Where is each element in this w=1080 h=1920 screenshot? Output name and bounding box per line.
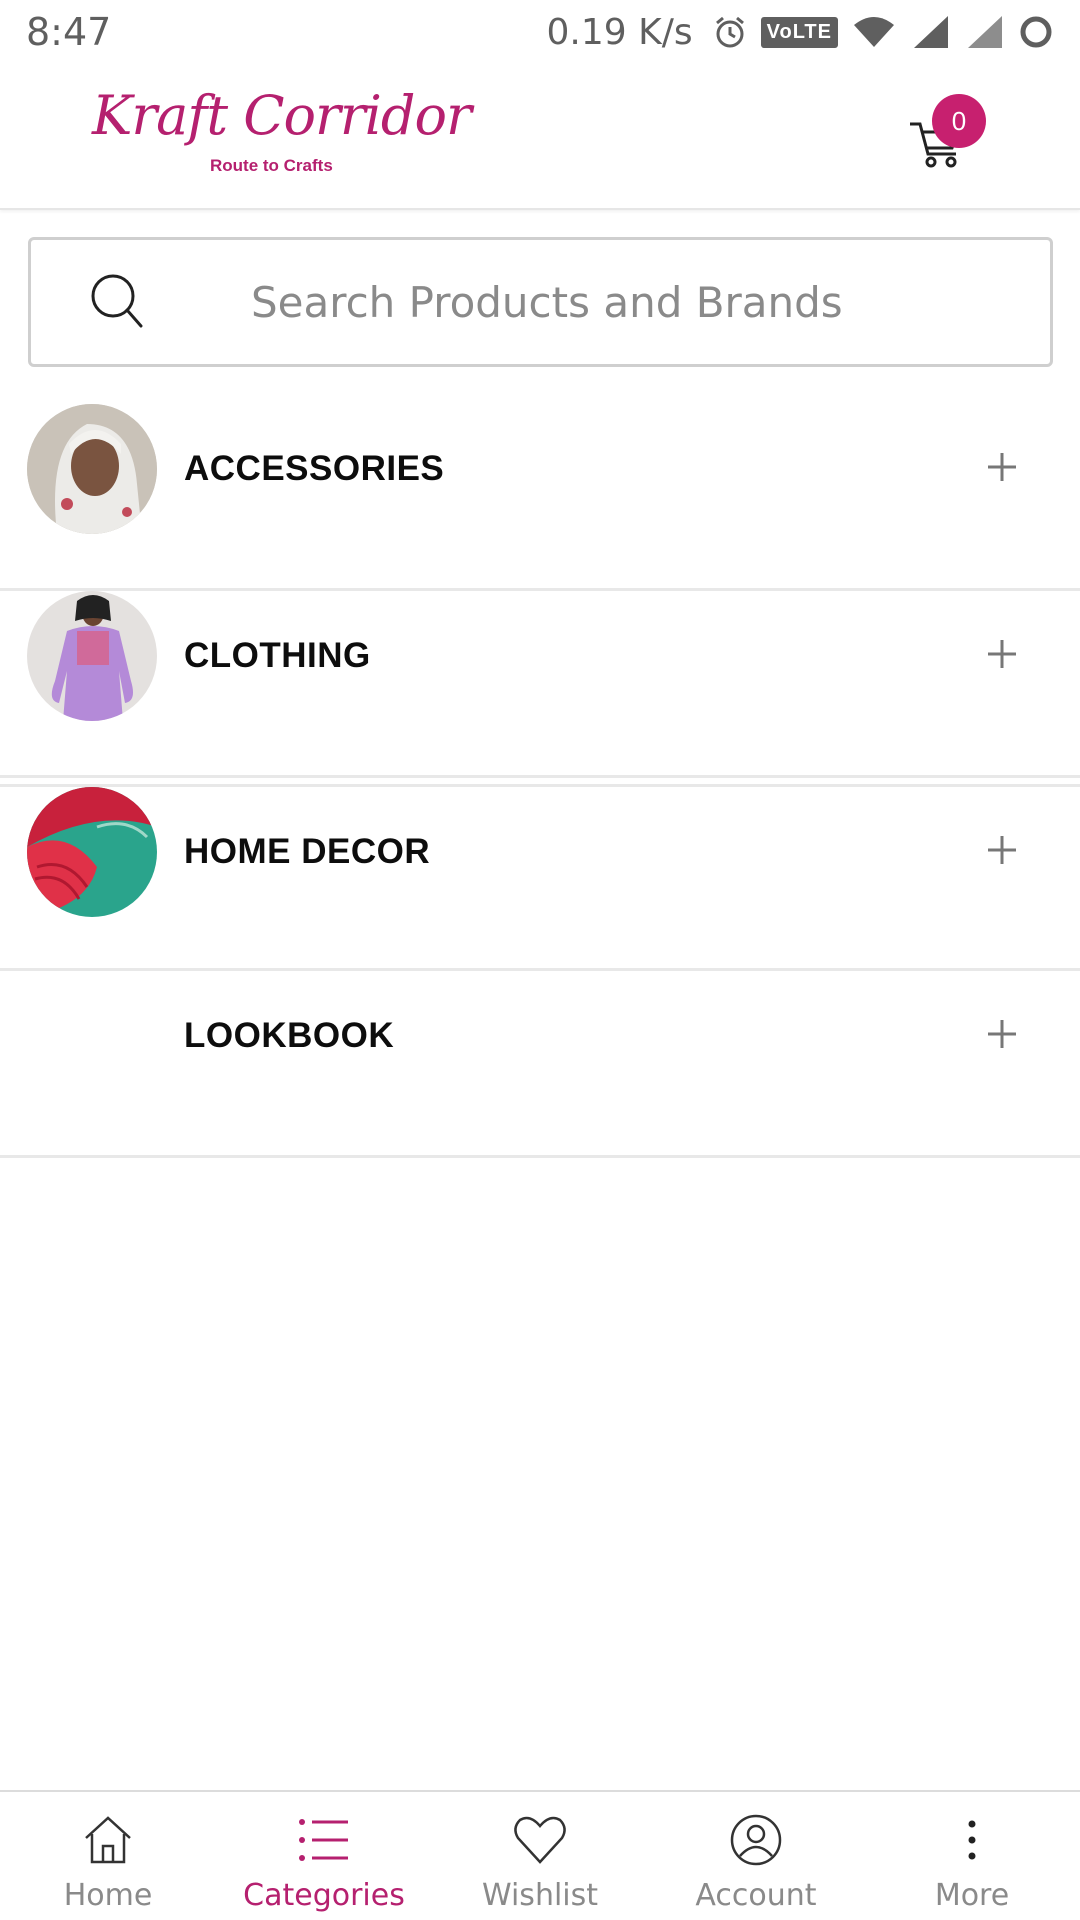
- plus-icon[interactable]: [982, 1014, 1022, 1054]
- category-label: HOME DECOR: [184, 832, 431, 871]
- status-bar: 8:47 0.19 K/s VoLTE: [0, 0, 1080, 64]
- logo-tagline: Route to Crafts: [210, 156, 333, 175]
- home-icon: [85, 1816, 131, 1864]
- category-thumbnail: [27, 591, 157, 721]
- nav-label: Account: [695, 1878, 817, 1913]
- plus-icon[interactable]: [982, 830, 1022, 870]
- category-label: ACCESSORIES: [184, 449, 445, 488]
- search-input[interactable]: [251, 240, 1011, 364]
- nav-label: More: [934, 1878, 1010, 1913]
- status-time: 8:47: [26, 10, 112, 54]
- heart-icon: [514, 1816, 566, 1864]
- network-speed: 0.19 K/s: [546, 11, 693, 53]
- category-label: CLOTHING: [184, 636, 371, 675]
- nav-label: Categories: [243, 1878, 405, 1913]
- plus-icon[interactable]: [982, 447, 1022, 487]
- signal-icon: [968, 16, 1002, 48]
- logo-text: Kraft Corridor: [92, 84, 472, 147]
- nav-item-account[interactable]: Account: [648, 1792, 864, 1920]
- alarm-icon: [715, 16, 744, 48]
- status-icons: 0.19 K/s VoLTE: [547, 12, 1054, 53]
- category-item-clothing[interactable]: CLOTHING: [0, 591, 1080, 778]
- volte-icon: VoLTE: [760, 16, 838, 48]
- wifi-icon: [854, 17, 894, 47]
- bottom-nav: Home Categories Wishlist Account More: [0, 1790, 1080, 1920]
- more-vertical-icon: [968, 1820, 976, 1860]
- category-list: ACCESSORIES CLOTHING HOME DECOR LOOKBOOK: [0, 404, 1080, 1158]
- nav-item-more[interactable]: More: [864, 1792, 1080, 1920]
- app-header: Kraft Corridor Route to Crafts 0: [0, 64, 1080, 210]
- plus-icon[interactable]: [982, 634, 1022, 674]
- list-icon: [299, 1819, 348, 1861]
- nav-label: Home: [63, 1878, 153, 1913]
- category-item-home-decor[interactable]: HOME DECOR: [0, 784, 1080, 971]
- signal-icon: [914, 16, 948, 48]
- search-icon: [91, 274, 143, 328]
- category-thumbnail: [27, 787, 157, 917]
- nav-item-categories[interactable]: Categories: [216, 1792, 432, 1920]
- category-label: LOOKBOOK: [184, 1016, 395, 1055]
- user-icon: [730, 1814, 782, 1866]
- cart-count-badge: 0: [932, 94, 986, 148]
- cart-button[interactable]: 0: [906, 94, 986, 174]
- category-item-lookbook[interactable]: LOOKBOOK: [0, 971, 1080, 1158]
- battery-icon: [1020, 16, 1052, 48]
- nav-label: Wishlist: [481, 1878, 599, 1913]
- nav-item-home[interactable]: Home: [0, 1792, 216, 1920]
- nav-item-wishlist[interactable]: Wishlist: [432, 1792, 648, 1920]
- category-thumbnail: [27, 404, 157, 534]
- search-bar[interactable]: [28, 237, 1053, 367]
- brand-logo[interactable]: Kraft Corridor Route to Crafts: [92, 84, 472, 194]
- category-item-accessories[interactable]: ACCESSORIES: [0, 404, 1080, 591]
